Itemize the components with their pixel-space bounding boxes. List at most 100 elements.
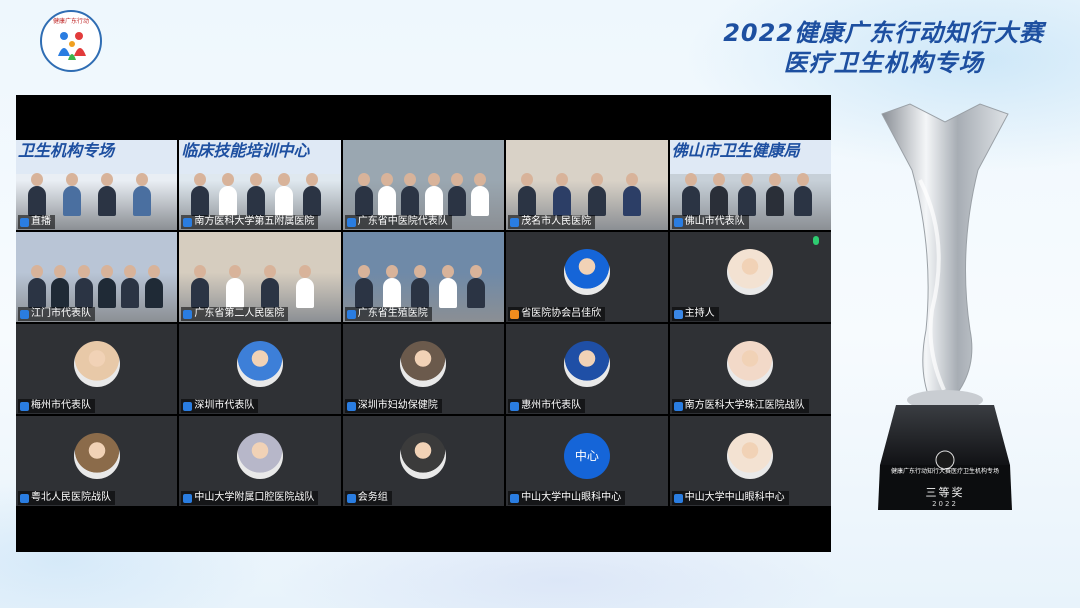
participant-tile[interactable]: 南方医科大学珠江医院战队 <box>669 324 831 414</box>
person-head <box>31 173 43 186</box>
participant-tile[interactable]: 省医院协会吕佳欣 <box>506 232 668 322</box>
person-figure <box>623 186 642 216</box>
participant-tile[interactable]: 惠州市代表队 <box>506 324 668 414</box>
person-figure <box>438 278 457 308</box>
participant-tile[interactable]: 会务组 <box>342 416 505 506</box>
person-figure <box>219 186 238 216</box>
participant-name: 深圳市代表队 <box>194 400 255 411</box>
participant-name-tag: 直播 <box>18 215 55 229</box>
participant-icon <box>183 493 193 503</box>
person-head <box>796 173 809 186</box>
participant-tile[interactable]: 广东省第二人民医院 <box>179 232 341 322</box>
participant-name-tag: 省医院协会吕佳欣 <box>508 307 606 321</box>
participant-name-tag: 江门市代表队 <box>18 307 95 321</box>
person-figure <box>51 278 70 308</box>
person-figure <box>261 278 280 308</box>
participant-icon <box>673 493 683 503</box>
participant-name: 江门市代表队 <box>31 308 91 319</box>
participant-name: 茂名市人民医院 <box>521 216 592 227</box>
participant-name: 会务组 <box>357 492 388 503</box>
person-head <box>101 173 113 186</box>
participant-tile[interactable]: 临床技能培训中心 南方医科大学第五附属医院 <box>179 140 341 230</box>
person-figure <box>98 186 116 216</box>
award-plaque-text: 健康广东行动知行大赛医疗卫生机构专场 <box>890 468 999 475</box>
participant-avatar <box>73 340 120 387</box>
microphone-on-icon <box>812 236 819 245</box>
participant-name-tag: 惠州市代表队 <box>508 399 586 413</box>
person-figure <box>793 186 812 216</box>
video-participant-icon <box>346 309 356 319</box>
person-head <box>357 265 370 278</box>
person-figure <box>275 186 294 216</box>
participant-avatar <box>400 340 447 387</box>
person-head <box>413 265 426 278</box>
person-head <box>147 265 160 278</box>
participant-name-tag: 广东省第二人民医院 <box>181 307 289 321</box>
person-head <box>222 173 235 186</box>
person-figure <box>133 186 151 216</box>
trophy-image <box>878 103 1012 510</box>
participant-icon <box>510 493 520 503</box>
participant-name-tag: 梅州市代表队 <box>18 399 95 413</box>
participant-tile[interactable]: 梅州市代表队 <box>16 324 178 414</box>
participant-tile[interactable]: 主持人 <box>669 232 831 322</box>
video-participant-icon <box>183 217 193 227</box>
participant-tile[interactable]: 深圳市代表队 <box>179 324 341 414</box>
participant-name-tag: 主持人 <box>671 307 719 321</box>
video-participant-icon <box>20 309 29 319</box>
user-badge-icon <box>673 309 683 319</box>
participant-name-tag: 中山大学附属口腔医院战队 <box>181 491 319 505</box>
person-head <box>229 265 242 278</box>
person-head <box>250 173 263 186</box>
video-participant-icon <box>510 217 520 227</box>
participant-tile[interactable]: 广东省中医院代表队 <box>342 140 505 230</box>
person-head <box>264 265 277 278</box>
participant-tile[interactable]: 粤北人民医院战队 <box>16 416 178 506</box>
person-head <box>556 173 569 186</box>
person-head <box>306 173 319 186</box>
person-figure <box>471 186 490 216</box>
participant-icon <box>673 401 683 411</box>
person-figure <box>709 186 728 216</box>
participant-name: 直播 <box>31 216 51 227</box>
participant-name: 省医院协会吕佳欣 <box>521 308 602 319</box>
person-figure <box>296 278 315 308</box>
participant-icon <box>346 401 356 411</box>
participant-tile[interactable]: 佛山市卫生健康局 佛山市代表队 <box>669 140 831 230</box>
participant-avatar <box>73 432 120 479</box>
person-figure <box>74 278 93 308</box>
participant-tile[interactable]: 深圳市妇幼保健院 <box>342 324 505 414</box>
person-head <box>357 173 370 186</box>
person-head <box>381 173 394 186</box>
participant-tile[interactable]: 中山大学附属口腔医院战队 <box>179 416 341 506</box>
participant-avatar <box>563 340 610 387</box>
person-figure <box>410 278 429 308</box>
person-figure <box>144 278 163 308</box>
participant-tile[interactable]: 卫生机构专场 直播 <box>16 140 178 230</box>
award-year: 2022 <box>932 500 958 508</box>
participant-name-tag: 深圳市妇幼保健院 <box>344 399 442 413</box>
person-figure <box>588 186 607 216</box>
person-figure <box>382 278 401 308</box>
participant-tile[interactable]: 中心 中山大学中山眼科中心 <box>506 416 668 506</box>
award-rank: 三等奖 <box>925 486 965 499</box>
event-title-line1: 2022健康广东行动知行大赛 <box>723 19 1044 47</box>
participant-name: 中山大学中山眼科中心 <box>684 492 785 503</box>
person-figure <box>354 278 373 308</box>
participant-tile[interactable]: 茂名市人民医院 <box>506 140 668 230</box>
participant-tile[interactable]: 江门市代表队 <box>16 232 178 322</box>
person-figure <box>424 186 443 216</box>
person-figure <box>378 186 397 216</box>
person-head <box>77 265 90 278</box>
participant-icon <box>20 493 29 503</box>
participant-tile[interactable]: 中山大学中山眼科中心 <box>669 416 831 506</box>
participant-name: 粤北人民医院战队 <box>31 492 111 503</box>
participant-tile[interactable]: 广东省生殖医院 <box>342 232 505 322</box>
participant-name: 广东省第二人民医院 <box>194 308 285 319</box>
participant-name: 深圳市妇幼保健院 <box>357 400 438 411</box>
participant-avatar <box>237 432 284 479</box>
event-title: 2022健康广东行动知行大赛 医疗卫生机构专场 <box>723 18 1044 78</box>
participant-icon <box>183 401 193 411</box>
person-head <box>66 173 78 186</box>
person-figure <box>121 278 140 308</box>
